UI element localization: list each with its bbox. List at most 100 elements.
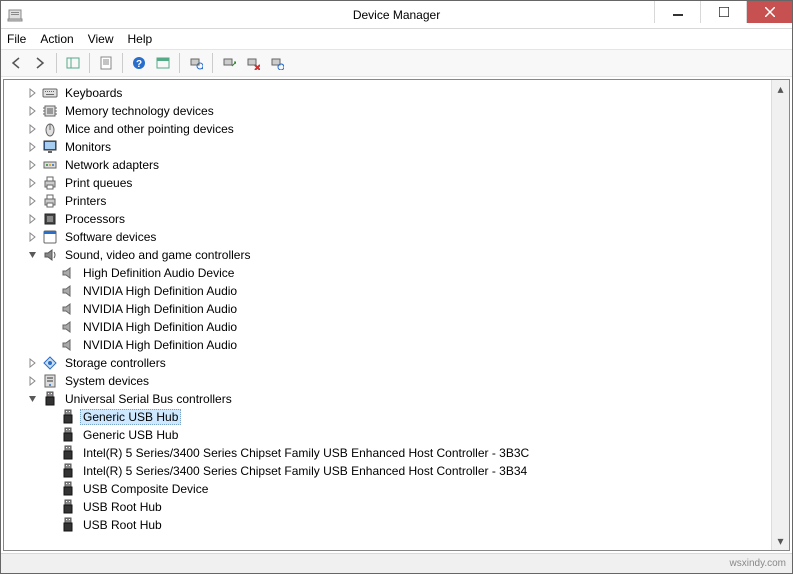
tree-item-label[interactable]: NVIDIA High Definition Audio [80, 319, 240, 335]
view-button[interactable] [152, 52, 174, 74]
tree-item-label[interactable]: Sound, video and game controllers [62, 247, 253, 263]
tree-item-label[interactable]: Processors [62, 211, 128, 227]
usb-icon [60, 499, 76, 515]
vertical-scrollbar[interactable]: ▴ ▾ [771, 80, 789, 550]
minimize-button[interactable] [654, 1, 700, 23]
tree-item-label[interactable]: Storage controllers [62, 355, 169, 371]
tree-item[interactable]: USB Root Hub [4, 516, 771, 534]
tree-item-label[interactable]: Print queues [62, 175, 135, 191]
tree-item[interactable]: Intel(R) 5 Series/3400 Series Chipset Fa… [4, 462, 771, 480]
tree-item-label[interactable]: System devices [62, 373, 152, 389]
tree-item[interactable]: Universal Serial Bus controllers [4, 390, 771, 408]
tree-item-label[interactable]: Intel(R) 5 Series/3400 Series Chipset Fa… [80, 445, 532, 461]
tree-item-label[interactable]: NVIDIA High Definition Audio [80, 301, 240, 317]
menu-file[interactable]: File [7, 32, 26, 46]
tree-item-label[interactable]: Keyboards [62, 85, 125, 101]
tree-item[interactable]: Network adapters [4, 156, 771, 174]
show-hide-tree-button[interactable] [62, 52, 84, 74]
tree-item[interactable]: Intel(R) 5 Series/3400 Series Chipset Fa… [4, 444, 771, 462]
expander-spacer [46, 466, 56, 476]
expand-icon[interactable] [28, 178, 38, 188]
expand-icon[interactable] [28, 88, 38, 98]
help-button[interactable]: ? [128, 52, 150, 74]
update-driver-button[interactable] [218, 52, 240, 74]
tree-item[interactable]: Software devices [4, 228, 771, 246]
menu-view[interactable]: View [88, 32, 114, 46]
tree-item-label[interactable]: NVIDIA High Definition Audio [80, 337, 240, 353]
tree-item-label[interactable]: Generic USB Hub [80, 427, 181, 443]
tree-item-label[interactable]: USB Composite Device [80, 481, 211, 497]
cpu-icon [42, 211, 58, 227]
tree-item-label[interactable]: Network adapters [62, 157, 162, 173]
menu-help[interactable]: Help [128, 32, 153, 46]
tree-item-label[interactable]: Memory technology devices [62, 103, 217, 119]
scan-hardware-button[interactable] [185, 52, 207, 74]
expand-icon[interactable] [28, 106, 38, 116]
tree-item-label[interactable]: USB Root Hub [80, 517, 165, 533]
app-icon [7, 7, 23, 23]
tree-item-label[interactable]: Printers [62, 193, 109, 209]
tree-item[interactable]: NVIDIA High Definition Audio [4, 318, 771, 336]
sound-icon [42, 247, 58, 263]
uninstall-button[interactable] [242, 52, 264, 74]
expander-spacer [46, 520, 56, 530]
expand-icon[interactable] [28, 376, 38, 386]
toolbar-divider [89, 53, 90, 73]
expander-spacer [46, 484, 56, 494]
tree-item-label[interactable]: Universal Serial Bus controllers [62, 391, 235, 407]
tree-item[interactable]: Mice and other pointing devices [4, 120, 771, 138]
tree-item-label[interactable]: Monitors [62, 139, 114, 155]
close-button[interactable] [746, 1, 792, 23]
tree-item[interactable]: Sound, video and game controllers [4, 246, 771, 264]
expand-icon[interactable] [28, 142, 38, 152]
device-tree[interactable]: Keyboards Memory technology devices Mice a… [4, 80, 771, 550]
tree-item[interactable]: Print queues [4, 174, 771, 192]
tree-item-label[interactable]: Intel(R) 5 Series/3400 Series Chipset Fa… [80, 463, 530, 479]
system-icon [42, 373, 58, 389]
collapse-icon[interactable] [28, 250, 38, 260]
tree-item[interactable]: Processors [4, 210, 771, 228]
tree-item-label[interactable]: Software devices [62, 229, 159, 245]
tree-item[interactable]: Printers [4, 192, 771, 210]
expander-spacer [46, 286, 56, 296]
tree-item[interactable]: USB Root Hub [4, 498, 771, 516]
tree-item-label[interactable]: NVIDIA High Definition Audio [80, 283, 240, 299]
expand-icon[interactable] [28, 214, 38, 224]
back-button[interactable] [5, 52, 27, 74]
tree-item[interactable]: Generic USB Hub [4, 408, 771, 426]
tree-item[interactable]: NVIDIA High Definition Audio [4, 336, 771, 354]
tree-item-label[interactable]: Mice and other pointing devices [62, 121, 237, 137]
tree-item[interactable]: High Definition Audio Device [4, 264, 771, 282]
tree-item[interactable]: Storage controllers [4, 354, 771, 372]
tree-item-label[interactable]: High Definition Audio Device [80, 265, 237, 281]
tree-item-label[interactable]: Generic USB Hub [80, 409, 181, 425]
tree-item[interactable]: USB Composite Device [4, 480, 771, 498]
toolbar-divider [122, 53, 123, 73]
tree-item-label[interactable]: USB Root Hub [80, 499, 165, 515]
expand-icon[interactable] [28, 124, 38, 134]
expand-icon[interactable] [28, 196, 38, 206]
tree-item[interactable]: Memory technology devices [4, 102, 771, 120]
usb-icon [60, 463, 76, 479]
expand-icon[interactable] [28, 232, 38, 242]
usb-icon [60, 409, 76, 425]
usb-icon [60, 481, 76, 497]
tree-item[interactable]: NVIDIA High Definition Audio [4, 300, 771, 318]
maximize-button[interactable] [700, 1, 746, 23]
menu-action[interactable]: Action [40, 32, 73, 46]
scroll-up-button[interactable]: ▴ [772, 80, 789, 98]
forward-button[interactable] [29, 52, 51, 74]
speaker-icon [60, 319, 76, 335]
tree-item[interactable]: Generic USB Hub [4, 426, 771, 444]
monitor-icon [42, 139, 58, 155]
tree-item[interactable]: NVIDIA High Definition Audio [4, 282, 771, 300]
tree-item[interactable]: Monitors [4, 138, 771, 156]
properties-button[interactable] [95, 52, 117, 74]
disable-button[interactable] [266, 52, 288, 74]
tree-item[interactable]: Keyboards [4, 84, 771, 102]
tree-item[interactable]: System devices [4, 372, 771, 390]
collapse-icon[interactable] [28, 394, 38, 404]
expand-icon[interactable] [28, 358, 38, 368]
scroll-down-button[interactable]: ▾ [772, 532, 789, 550]
expand-icon[interactable] [28, 160, 38, 170]
